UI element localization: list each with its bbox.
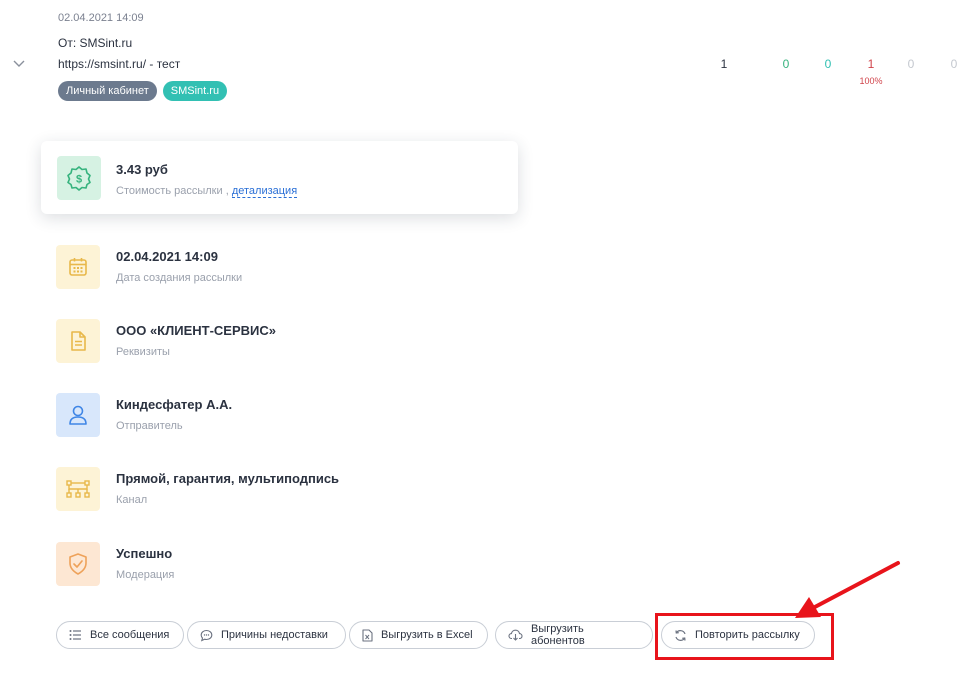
export-subscribers-label: Выгрузить абонентов xyxy=(531,623,585,647)
stat-total: 1 xyxy=(720,57,728,71)
user-icon-box xyxy=(56,393,100,437)
tag-list: Личный кабинет SMSint.ru xyxy=(58,81,228,101)
created-date: 02.04.2021 14:09 xyxy=(116,249,218,264)
collapse-toggle[interactable] xyxy=(12,56,28,70)
sender-label: Отправитель xyxy=(116,420,183,432)
tag-personal-account[interactable]: Личный кабинет xyxy=(58,81,157,101)
stat-sent: 0 xyxy=(824,57,832,71)
all-messages-label: Все сообщения xyxy=(90,629,170,641)
channel-value: Прямой, гарантия, мультиподпись xyxy=(116,471,340,486)
channel-label: Канал xyxy=(116,494,148,506)
undelivered-reasons-button[interactable]: Причины недоставки xyxy=(187,621,346,649)
cloud-download-icon xyxy=(508,629,523,641)
created-date-label: Дата создания рассылки xyxy=(116,272,243,284)
annotation-arrow-icon xyxy=(795,561,900,618)
moderation-label: Модерация xyxy=(116,569,175,581)
cost-icon-box: $ xyxy=(57,156,101,200)
calendar-icon xyxy=(69,258,87,276)
stat-other-2: 0 xyxy=(950,57,958,71)
cost-label-row: Стоимость рассылки , детализация xyxy=(116,185,298,198)
money-badge-icon: $ xyxy=(67,166,91,191)
undelivered-reasons-label: Причины недоставки xyxy=(221,629,328,641)
detail-row-created: 02.04.2021 14:09 Дата создания рассылки xyxy=(56,245,556,291)
cost-card: $ 3.43 руб Стоимость рассылки , детализа… xyxy=(41,141,518,214)
stat-delivered: 0 xyxy=(782,57,790,71)
tag-smsint[interactable]: SMSint.ru xyxy=(162,81,228,101)
detail-row-sender: Киндесфатер А.А. Отправитель xyxy=(56,393,556,439)
excel-file-icon xyxy=(362,628,373,642)
detail-row-moderation: Успешно Модерация xyxy=(56,542,556,588)
cost-detail-link[interactable]: детализация xyxy=(231,185,298,198)
svg-text:$: $ xyxy=(76,174,82,186)
message-sender: От: SMSint.ru xyxy=(58,36,133,50)
channel-icon xyxy=(66,480,90,498)
chat-bubble-icon xyxy=(200,629,213,642)
chevron-down-icon xyxy=(13,60,25,67)
message-text: https://smsint.ru/ - тест xyxy=(58,57,181,71)
requisites-value: ООО «КЛИЕНТ-СЕРВИС» xyxy=(116,323,276,338)
calendar-icon-box xyxy=(56,245,100,289)
shield-icon-box xyxy=(56,542,100,586)
detail-row-channel: Прямой, гарантия, мультиподпись Канал xyxy=(56,467,556,513)
shield-check-icon xyxy=(69,553,87,575)
channel-icon-box xyxy=(56,467,100,511)
stat-undelivered: 1 xyxy=(867,57,875,71)
message-date: 02.04.2021 14:09 xyxy=(58,12,144,24)
all-messages-button[interactable]: Все сообщения xyxy=(56,621,184,649)
list-icon xyxy=(69,630,81,640)
moderation-value: Успешно xyxy=(116,546,173,561)
document-icon xyxy=(71,331,86,351)
export-excel-label: Выгрузить в Excel xyxy=(381,629,473,641)
export-subscribers-button[interactable]: Выгрузить абонентов xyxy=(495,621,653,649)
document-icon-box xyxy=(56,319,100,363)
stat-other-1: 0 xyxy=(907,57,915,71)
cost-label: Стоимость рассылки , xyxy=(116,185,229,197)
requisites-label: Реквизиты xyxy=(116,346,170,358)
user-icon xyxy=(69,405,87,425)
detail-row-requisites: ООО «КЛИЕНТ-СЕРВИС» Реквизиты xyxy=(56,319,556,365)
export-excel-button[interactable]: Выгрузить в Excel xyxy=(349,621,488,649)
cost-amount: 3.43 руб xyxy=(116,162,168,177)
stat-undelivered-percent: 100% xyxy=(859,76,883,86)
sender-value: Киндесфатер А.А. xyxy=(116,397,233,412)
